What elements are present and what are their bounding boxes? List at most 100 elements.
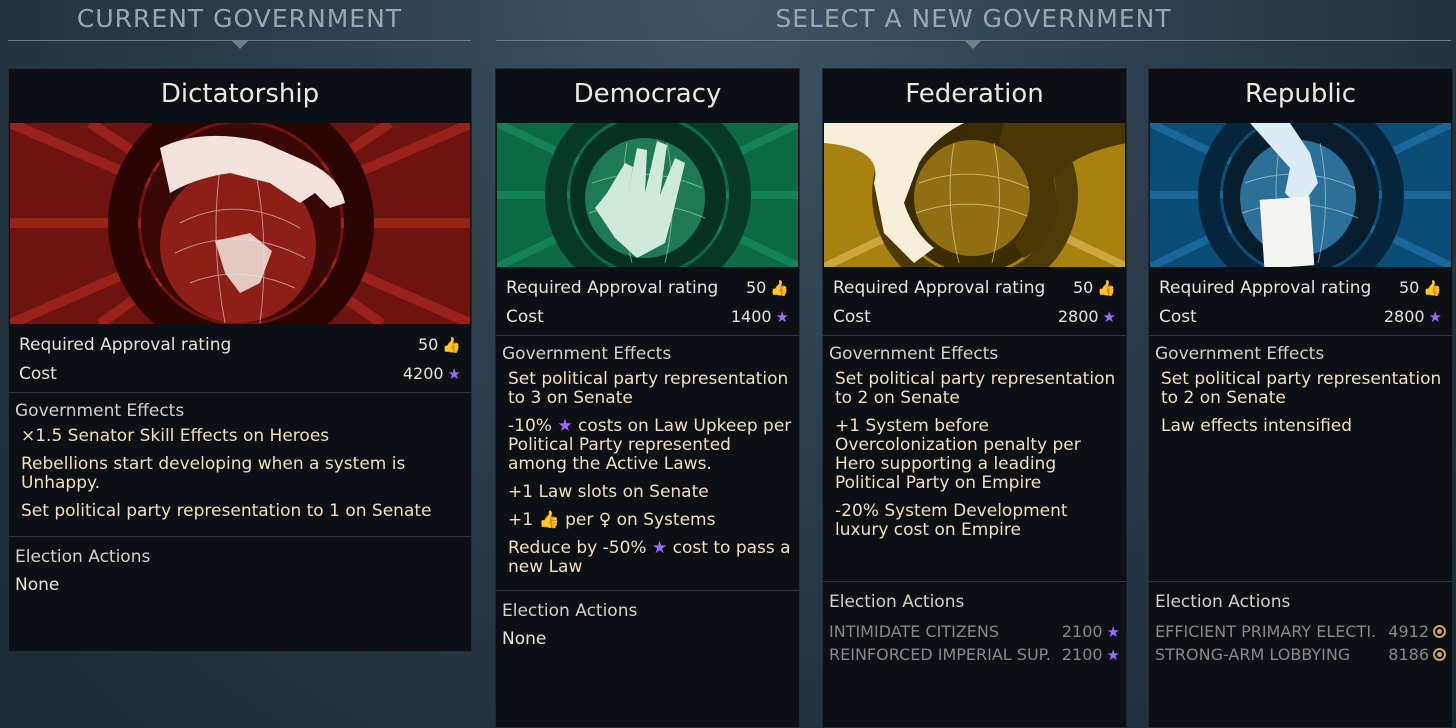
current-header-notch bbox=[231, 40, 249, 49]
effect-item: ×1.5 Senator Skill Effects on Heroes bbox=[21, 426, 330, 446]
approval-row: Required Approval rating 50 👍 bbox=[19, 330, 461, 359]
election-action-item[interactable]: INTIMIDATE CITIZENS 2100 ★ bbox=[829, 620, 1120, 643]
actions-heading: Election Actions bbox=[15, 547, 151, 567]
select-government-header: SELECT A NEW GOVERNMENT bbox=[775, 4, 1172, 33]
action-cost: 4912 bbox=[1388, 622, 1429, 641]
election-action-item[interactable]: EFFICIENT PRIMARY ELECTI. 4912 bbox=[1155, 620, 1446, 643]
democracy-art-image bbox=[497, 123, 798, 267]
government-card-federation[interactable]: Federation Required Approval rating 50 👍 … bbox=[822, 68, 1127, 728]
card-title: Republic bbox=[1244, 79, 1357, 109]
government-effects: Government Effects Set political party r… bbox=[1149, 336, 1452, 582]
republic-art-image bbox=[1150, 123, 1451, 267]
effects-heading: Government Effects bbox=[15, 401, 185, 421]
cost-label: Cost bbox=[1159, 306, 1197, 327]
influence-star-icon: ★ bbox=[1106, 645, 1120, 664]
thumbs-up-icon: 👍 bbox=[442, 335, 461, 354]
effect-item: Law effects intensified bbox=[1161, 416, 1353, 436]
cost-row: Cost 2800 ★ bbox=[1159, 302, 1442, 331]
approval-value: 50 bbox=[1072, 278, 1094, 297]
actions-heading: Election Actions bbox=[502, 601, 638, 621]
influence-star-icon: ★ bbox=[651, 538, 668, 558]
effect-item: +1 Law slots on Senate bbox=[508, 482, 709, 502]
approval-row: Required Approval rating 50 👍 bbox=[833, 273, 1116, 302]
thumbs-up-icon: 👍 bbox=[538, 510, 560, 530]
action-name: EFFICIENT PRIMARY ELECTI. bbox=[1155, 622, 1377, 641]
stats-panel: Required Approval rating 50 👍 Cost 4200 ★ bbox=[9, 324, 471, 393]
approval-label: Required Approval rating bbox=[19, 334, 232, 355]
influence-star-icon: ★ bbox=[1428, 307, 1442, 326]
cost-row: Cost 4200 ★ bbox=[19, 359, 461, 388]
effects-heading: Government Effects bbox=[1155, 344, 1325, 364]
effect-item: Set political party representation to 3 … bbox=[508, 369, 789, 408]
federation-art-image bbox=[824, 123, 1125, 267]
influence-star-icon: ★ bbox=[557, 416, 573, 436]
cost-value: 2800 bbox=[1057, 307, 1099, 326]
government-card-republic[interactable]: Republic Required Approval rating 50 👍 C… bbox=[1148, 68, 1453, 728]
action-cost: 8186 bbox=[1388, 645, 1429, 664]
select-header-notch bbox=[964, 40, 982, 49]
stats-panel: Required Approval rating 50 👍 Cost 2800 ★ bbox=[1149, 267, 1452, 336]
influence-star-icon: ★ bbox=[775, 307, 789, 326]
thumbs-up-icon: 👍 bbox=[1423, 278, 1442, 297]
dust-coin-icon bbox=[1433, 648, 1446, 661]
approval-label: Required Approval rating bbox=[506, 277, 719, 298]
action-name: STRONG-ARM LOBBYING bbox=[1155, 645, 1351, 664]
actions-heading: Election Actions bbox=[1155, 592, 1291, 612]
action-cost: 2100 bbox=[1061, 645, 1103, 664]
cost-label: Cost bbox=[19, 363, 57, 384]
dictatorship-art-image bbox=[10, 123, 470, 324]
dust-coin-icon bbox=[1433, 625, 1446, 638]
election-action-item[interactable]: REINFORCED IMPERIAL SUP. 2100 ★ bbox=[829, 643, 1120, 666]
effect-item: Reduce by -50% ★ cost to pass a new Law bbox=[508, 538, 791, 577]
stats-panel: Required Approval rating 50 👍 Cost 1400 ★ bbox=[496, 267, 799, 336]
election-actions: Election Actions None bbox=[9, 537, 471, 605]
actions-none: None bbox=[502, 629, 547, 649]
thumbs-up-icon: 👍 bbox=[770, 278, 789, 297]
cost-label: Cost bbox=[833, 306, 871, 327]
effect-item: Rebellions start developing when a syste… bbox=[21, 454, 406, 493]
influence-star-icon: ★ bbox=[1102, 307, 1116, 326]
card-title: Dictatorship bbox=[160, 79, 320, 109]
government-card-dictatorship: Dictatorship Required Approval rating 50… bbox=[8, 68, 472, 652]
effect-item: -20% System Development luxury cost on E… bbox=[835, 501, 1068, 540]
effect-item: +1 👍 per ♀ on Systems bbox=[508, 510, 716, 530]
approval-value: 50 bbox=[1398, 278, 1420, 297]
approval-label: Required Approval rating bbox=[833, 277, 1046, 298]
effects-heading: Government Effects bbox=[502, 344, 672, 364]
influence-star-icon: ★ bbox=[1106, 622, 1120, 641]
action-name: INTIMIDATE CITIZENS bbox=[829, 622, 999, 641]
election-actions: Election Actions None bbox=[496, 591, 799, 659]
cost-row: Cost 2800 ★ bbox=[833, 302, 1116, 331]
approval-label: Required Approval rating bbox=[1159, 277, 1372, 298]
effect-item: +1 System before Overcolonization penalt… bbox=[835, 416, 1081, 493]
actions-none: None bbox=[15, 575, 60, 595]
government-effects: Government Effects Set political party r… bbox=[496, 336, 799, 591]
influence-star-icon: ★ bbox=[447, 364, 461, 383]
government-effects: Government Effects Set political party r… bbox=[823, 336, 1126, 582]
effect-item: Set political party representation to 2 … bbox=[1161, 369, 1442, 408]
thumbs-up-icon: 👍 bbox=[1097, 278, 1116, 297]
action-cost: 2100 bbox=[1061, 622, 1103, 641]
effects-heading: Government Effects bbox=[829, 344, 999, 364]
effect-item: -10% ★ costs on Law Upkeep per Political… bbox=[508, 416, 792, 474]
approval-row: Required Approval rating 50 👍 bbox=[1159, 273, 1442, 302]
government-effects: Government Effects ×1.5 Senator Skill Ef… bbox=[9, 393, 471, 537]
approval-row: Required Approval rating 50 👍 bbox=[506, 273, 789, 302]
card-title: Federation bbox=[905, 79, 1044, 109]
effect-item: Set political party representation to 1 … bbox=[21, 501, 432, 521]
election-actions: Election Actions INTIMIDATE CITIZENS 210… bbox=[823, 582, 1126, 676]
election-actions: Election Actions EFFICIENT PRIMARY ELECT… bbox=[1149, 582, 1452, 676]
cost-value: 2800 bbox=[1383, 307, 1425, 326]
government-card-democracy[interactable]: Democracy Required Approval rating 50👍 bbox=[495, 68, 800, 728]
approval-value: 50 bbox=[417, 335, 439, 354]
cost-value: 1400 bbox=[730, 307, 772, 326]
current-government-header: CURRENT GOVERNMENT bbox=[76, 4, 403, 33]
election-action-item[interactable]: STRONG-ARM LOBBYING 8186 bbox=[1155, 643, 1446, 666]
card-title: Democracy bbox=[573, 79, 722, 109]
approval-value: 50 bbox=[745, 278, 767, 297]
action-name: REINFORCED IMPERIAL SUP. bbox=[829, 645, 1051, 664]
cost-row: Cost 1400 ★ bbox=[506, 302, 789, 331]
cost-value: 4200 bbox=[402, 364, 444, 383]
effect-item: Set political party representation to 2 … bbox=[835, 369, 1116, 408]
actions-heading: Election Actions bbox=[829, 592, 965, 612]
